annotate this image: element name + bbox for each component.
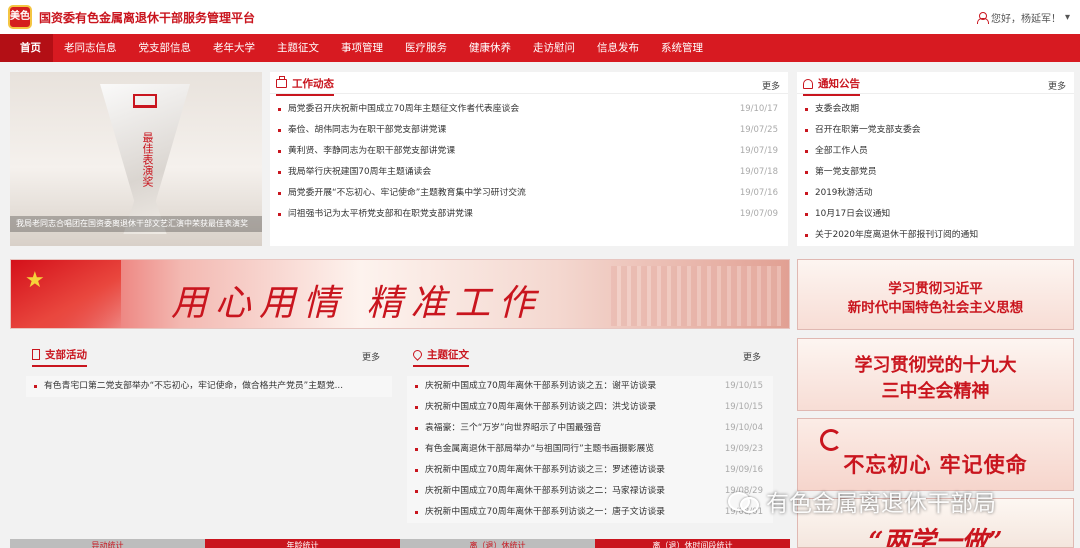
account-watermark: 有色金属离退休干部局: [728, 484, 996, 518]
main-nav: 首页 老同志信息 党支部信息 老年大学 主题征文 事项管理 医疗服务 健康休养 …: [0, 34, 1080, 62]
list-item[interactable]: 局党委开展“不忘初心、牢记使命”主题教育集中学习研讨交流 19/07/16: [270, 183, 788, 204]
hammer-sickle-icon: [820, 429, 842, 451]
list-item[interactable]: 全部工作人员: [797, 141, 1074, 162]
statistics-tabs: 异动统计 年龄统计 离（退）休统计 离（退）休时间段统计: [10, 539, 790, 548]
branch-activities-header: 支部活动 更多: [26, 343, 392, 367]
list-item[interactable]: 第一党支部党员: [797, 162, 1074, 183]
side-banner-original-mission[interactable]: 不忘初心 牢记使命: [797, 418, 1074, 491]
work-news-title: 工作动态: [276, 76, 334, 96]
nav-visits[interactable]: 走访慰问: [522, 34, 586, 62]
flag-graphic: ★: [11, 260, 121, 328]
side-banner-xi-thought[interactable]: 学习贯彻习近平 新时代中国特色社会主义思想: [797, 259, 1074, 330]
notices-more-link[interactable]: 更多: [1048, 79, 1066, 92]
tab-retirement-period-stats[interactable]: 离（退）休时间段统计: [595, 539, 790, 548]
banner-slogan: 用心用情 精准工作: [171, 283, 543, 324]
list-item[interactable]: 袁福豪：三个“万岁”向世界昭示了中国最强音 19/10/04: [407, 418, 773, 439]
list-item[interactable]: 闫祖强书记为太平桥党支部和在职党支部讲党课 19/07/09: [270, 204, 788, 225]
notices-header: 通知公告 更多: [797, 72, 1074, 96]
list-item[interactable]: 10月17日会议通知: [797, 204, 1074, 225]
top-bar: 美色 国资委有色金属离退休干部服务管理平台 您好，杨延军！ ▾: [0, 0, 1080, 34]
list-item[interactable]: 庆祝新中国成立70周年离休干部系列访谈之四：洪戈访谈录 19/10/15: [407, 397, 773, 418]
work-news-header: 工作动态 更多: [270, 72, 788, 96]
notices-title: 通知公告: [803, 76, 860, 96]
branch-activities-more-link[interactable]: 更多: [362, 350, 380, 363]
slogan-banner[interactable]: ★ 用心用情 精准工作: [10, 259, 790, 329]
nav-health-retreat[interactable]: 健康休养: [458, 34, 522, 62]
hero-carousel[interactable]: 最佳表演奖 我局老同志合唱团在国资委离退休干部文艺汇演中荣获最佳表演奖: [10, 72, 262, 246]
essays-more-link[interactable]: 更多: [743, 350, 761, 363]
essays-panel: 主题征文 更多 庆祝新中国成立70周年离休干部系列访谈之五：谢平访谈录 19/10…: [407, 343, 773, 538]
site-title[interactable]: 国资委有色金属离退休干部服务管理平台: [39, 9, 255, 26]
essays-title: 主题征文: [411, 347, 469, 367]
user-icon: [976, 12, 989, 24]
nav-medical[interactable]: 医疗服务: [394, 34, 458, 62]
list-item[interactable]: 庆祝新中国成立70周年离休干部系列访谈之二：马家禄访谈录 19/08/29: [407, 481, 773, 502]
nav-publishing[interactable]: 信息发布: [586, 34, 650, 62]
branch-activities-panel: 支部活动 更多 有色青宅口第二党支部举办“不忘初心，牢记使命，做合格共产党员”主…: [26, 343, 392, 538]
nav-system[interactable]: 系统管理: [650, 34, 714, 62]
notices-panel: 通知公告 更多 支委会改期 召开在职第一党支部支委会 全部工作人员 第一党支部党…: [797, 72, 1074, 246]
list-item[interactable]: 2019秋游活动: [797, 183, 1074, 204]
list-item[interactable]: 庆祝新中国成立70周年离休干部系列访谈之五：谢平访谈录 19/10/15: [407, 376, 773, 397]
tab-age-stats[interactable]: 年龄统计: [205, 539, 400, 548]
list-item[interactable]: 黄利贤、李静同志为在职干部党支部讲党课 19/07/19: [270, 141, 788, 162]
essays-header: 主题征文 更多: [407, 343, 773, 367]
list-item[interactable]: 庆祝新中国成立70周年离休干部系列访谈之三：罗述德访谈录 19/09/16: [407, 460, 773, 481]
briefcase-icon: [276, 76, 287, 88]
nav-home[interactable]: 首页: [0, 34, 53, 62]
essays-list: 庆祝新中国成立70周年离休干部系列访谈之五：谢平访谈录 19/10/15 庆祝新中…: [407, 376, 773, 523]
location-pin-icon: [411, 348, 424, 361]
user-greeting: 您好，杨延军！: [990, 14, 1061, 25]
branch-activities-title: 支部活动: [32, 347, 87, 367]
hero-caption[interactable]: 我局老同志合唱团在国资委离退休干部文艺汇演中荣获最佳表演奖: [10, 216, 262, 232]
list-item[interactable]: 有色青宅口第二党支部举办“不忘初心，牢记使命，做合格共产党员”主题党...: [26, 376, 392, 397]
work-news-list: 局党委召开庆祝新中国成立70周年主题征文作者代表座谈会 19/10/17 秦俭、胡…: [270, 99, 788, 225]
list-item[interactable]: 秦俭、胡伟同志为在职干部党支部讲党课 19/07/25: [270, 120, 788, 141]
list-item[interactable]: 我局举行庆祝建国70周年主题诵读会 19/07/18: [270, 162, 788, 183]
nav-theme-essays[interactable]: 主题征文: [266, 34, 330, 62]
work-news-panel: 工作动态 更多 局党委召开庆祝新中国成立70周年主题征文作者代表座谈会 19/10…: [270, 72, 788, 246]
list-item[interactable]: 有色金属离退休干部局举办“与祖国同行”主题书画摄影展览 19/09/23: [407, 439, 773, 460]
tab-retirement-stats[interactable]: 离（退）休统计: [400, 539, 595, 548]
user-menu[interactable]: 您好，杨延军！ ▾: [976, 10, 1070, 25]
nav-affairs[interactable]: 事项管理: [330, 34, 394, 62]
document-icon: [32, 349, 40, 360]
trophy-inscription: 最佳表演奖: [141, 132, 154, 187]
side-banner-19th-congress[interactable]: 学习贯彻党的十九大 三中全会精神: [797, 338, 1074, 411]
list-item[interactable]: 召开在职第一党支部支委会: [797, 120, 1074, 141]
trophy-emblem: [133, 94, 157, 108]
bell-icon: [803, 78, 813, 89]
list-item[interactable]: 支委会改期: [797, 99, 1074, 120]
work-news-more-link[interactable]: 更多: [762, 79, 780, 92]
tab-change-stats[interactable]: 异动统计: [10, 539, 205, 548]
list-item[interactable]: 关于2020年度离退休干部报刊订阅的通知: [797, 225, 1074, 246]
wechat-icon: [728, 490, 759, 513]
site-logo[interactable]: 美色: [8, 5, 32, 29]
branch-activities-list: 有色青宅口第二党支部举办“不忘初心，牢记使命，做合格共产党员”主题党...: [26, 376, 392, 397]
nav-veteran-info[interactable]: 老同志信息: [53, 34, 128, 62]
building-graphic: [611, 266, 781, 326]
list-item[interactable]: 局党委召开庆祝新中国成立70周年主题征文作者代表座谈会 19/10/17: [270, 99, 788, 120]
nav-branch-info[interactable]: 党支部信息: [128, 34, 203, 62]
chevron-down-icon: ▾: [1064, 12, 1070, 23]
nav-senior-university[interactable]: 老年大学: [202, 34, 266, 62]
notices-list: 支委会改期 召开在职第一党支部支委会 全部工作人员 第一党支部党员 2019秋游…: [797, 99, 1074, 246]
list-item[interactable]: 庆祝新中国成立70周年离休干部系列访谈之一：唐子文访谈录 19/08/01: [407, 502, 773, 523]
